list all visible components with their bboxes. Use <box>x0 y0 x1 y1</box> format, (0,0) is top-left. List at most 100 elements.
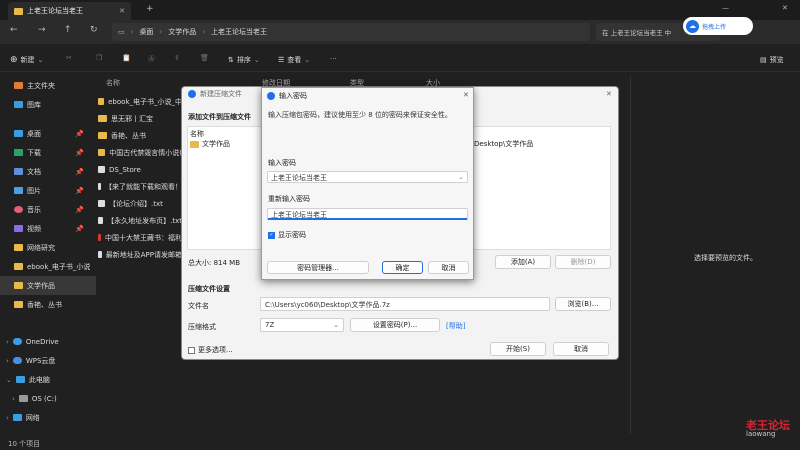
sidebar-item-music[interactable]: 音乐 📌 <box>0 200 96 219</box>
sidebar-item-network[interactable]: › 网络 <box>0 408 96 427</box>
sidebar-label: 音乐 <box>27 205 41 214</box>
preview-button[interactable]: ▤ 预览 <box>760 55 784 65</box>
chevron-down-icon: ⌄ <box>37 56 44 64</box>
sidebar-label: 图片 <box>27 186 41 195</box>
copy-icon[interactable]: ❐ <box>96 54 102 62</box>
list-item[interactable]: 香艳、丛书 <box>98 127 182 144</box>
pin-icon: 📌 <box>75 224 84 233</box>
total-size: 总大小: 814 MB <box>188 259 241 267</box>
sidebar-item-research[interactable]: 网络研究 <box>0 238 96 257</box>
sidebar-item-desktop[interactable]: 桌面 📌 <box>0 124 96 143</box>
sidebar-item-pictures[interactable]: 图片 📌 <box>0 181 96 200</box>
list-item[interactable]: 【论坛介绍】.txt <box>98 195 182 212</box>
sidebar-item-home[interactable]: 主文件夹 <box>0 76 96 95</box>
sidebar-item-literature[interactable]: 文学作品 <box>0 276 96 295</box>
breadcrumb[interactable]: ▭ › 桌面 › 文学作品 › 上老王论坛当老王 <box>112 23 590 41</box>
sidebar-label: ebook_电子书_小说 <box>27 262 91 271</box>
cut-icon[interactable]: ✂ <box>66 54 72 62</box>
share-icon[interactable]: ⇪ <box>174 54 180 62</box>
sidebar-item-ebook[interactable]: ebook_电子书_小说 <box>0 257 96 276</box>
help-link[interactable]: [帮助] <box>446 321 465 331</box>
sort-icon: ⇅ <box>228 56 234 64</box>
list-item[interactable]: 中国古代禁毁言情小说( <box>98 144 182 161</box>
upload-button[interactable]: ☁ 拖拽上传 <box>683 17 753 35</box>
sort-button[interactable]: ⇅ 排序 ⌄ <box>228 55 260 65</box>
list-item[interactable]: 中国十大禁王藏书：福利 <box>98 229 182 246</box>
list-item[interactable]: 【永久地址发布页】.txt <box>98 212 182 229</box>
more-options[interactable]: 更多选项... <box>188 345 233 355</box>
start-button[interactable]: 开始(S) <box>490 342 546 356</box>
sidebar-item-onedrive[interactable]: › OneDrive <box>0 332 96 351</box>
sidebar-label: 主文件夹 <box>27 81 55 90</box>
chevron-down-icon: ⌄ <box>333 321 339 329</box>
close-icon[interactable]: ✕ <box>463 91 469 99</box>
more-options-checkbox[interactable] <box>188 346 195 354</box>
sidebar-item-downloads[interactable]: 下载 📌 <box>0 143 96 162</box>
computer-icon <box>15 376 25 383</box>
gallery-icon <box>14 101 23 108</box>
sidebar-item-videos[interactable]: 视频 📌 <box>0 219 96 238</box>
add-button[interactable]: 添加(A) <box>495 255 551 269</box>
password-manager-button[interactable]: 密码管理器... <box>267 261 369 274</box>
chevron-down-icon: ⌄ <box>458 173 464 181</box>
filename-input[interactable]: C:\Users\yc060\Desktop\文学作品.7z <box>260 297 550 311</box>
archive-cancel-button[interactable]: 取消 <box>553 342 609 356</box>
sidebar-item-wps[interactable]: › WPS云盘 <box>0 351 96 370</box>
new-button[interactable]: ⊕ 新建 ⌄ <box>10 55 43 65</box>
list-item[interactable]: 【来了就能下载和观看！ <box>98 178 182 195</box>
minimize-icon[interactable]: — <box>722 4 729 12</box>
enter-password-input[interactable]: 上老王论坛当老王 ⌄ <box>267 171 468 183</box>
up-icon[interactable]: ↑ <box>64 25 72 35</box>
refresh-icon[interactable]: ↻ <box>90 25 98 35</box>
text-file-icon <box>98 200 105 207</box>
breadcrumb-folder[interactable]: 文学作品 <box>168 27 196 37</box>
column-name[interactable]: 名称 <box>106 78 120 88</box>
tab-active[interactable]: 上老王论坛当老王 ✕ <box>8 2 131 20</box>
forward-icon[interactable]: → <box>38 25 46 35</box>
sidebar-item-thispc[interactable]: ⌄ 此电脑 <box>0 370 96 389</box>
list-item[interactable]: ebook_电子书_小说_中 <box>98 93 182 110</box>
close-icon[interactable]: ✕ <box>119 7 125 15</box>
paste-icon[interactable]: 📋 <box>122 54 131 62</box>
format-select[interactable]: 7Z ⌄ <box>260 318 344 332</box>
set-password-button[interactable]: 设置密码(P)... <box>350 318 440 332</box>
ok-button[interactable]: 确定 <box>382 261 423 274</box>
password-title-bar: 输入密码 <box>262 88 473 103</box>
sort-label: 排序 <box>236 56 251 64</box>
view-button[interactable]: ☰ 查看 ⌄ <box>278 55 310 65</box>
reenter-password-input[interactable]: 上老王论坛当老王 <box>267 208 468 220</box>
more-icon[interactable]: ··· <box>330 55 337 63</box>
sidebar-item-c-drive[interactable]: › OS (C:) <box>0 389 96 408</box>
sidebar-item-collection[interactable]: 香艳、丛书 <box>0 295 96 314</box>
remove-button[interactable]: 删除(D) <box>555 255 611 269</box>
archive-item-path: Desktop\文学作品 <box>474 140 534 148</box>
sidebar-label: OS (C:) <box>31 394 57 403</box>
close-icon[interactable]: ✕ <box>606 90 612 98</box>
list-item[interactable]: DS_Store <box>98 161 182 178</box>
pin-icon: 📌 <box>75 186 84 195</box>
list-item[interactable]: 思无邪丨汇宝 <box>98 110 182 127</box>
sidebar-item-documents[interactable]: 文档 📌 <box>0 162 96 181</box>
archive-item[interactable]: 文学作品 <box>190 139 230 149</box>
chevron-right-icon: › <box>12 394 15 403</box>
chevron-down-icon: ⌄ <box>304 56 311 64</box>
back-icon[interactable]: ← <box>10 25 18 35</box>
breadcrumb-current[interactable]: 上老王论坛当老王 <box>211 27 267 37</box>
show-password-checkbox[interactable]: ✓ <box>268 231 275 239</box>
list-item[interactable]: 最新地址及APP请发邮箱 <box>98 246 182 263</box>
show-password[interactable]: ✓ 显示密码 <box>268 230 306 240</box>
browse-button[interactable]: 浏览(B)... <box>555 297 611 311</box>
breadcrumb-desktop[interactable]: 桌面 <box>139 27 153 37</box>
new-tab-icon[interactable]: + <box>146 4 154 14</box>
password-cancel-button[interactable]: 取消 <box>428 261 469 274</box>
format-label: 压缩格式 <box>188 323 216 331</box>
plus-circle-icon: ⊕ <box>10 55 18 65</box>
delete-icon[interactable]: 🗑 <box>200 54 209 62</box>
close-window-icon[interactable]: ✕ <box>782 4 788 12</box>
file-icon <box>98 183 101 190</box>
chevron-down-icon: ⌄ <box>6 375 12 384</box>
rename-icon[interactable]: Ⓐ <box>148 54 155 64</box>
item-count: 10 个项目 <box>8 440 41 448</box>
sidebar-item-gallery[interactable]: 图库 <box>0 95 96 114</box>
video-icon <box>14 225 23 232</box>
